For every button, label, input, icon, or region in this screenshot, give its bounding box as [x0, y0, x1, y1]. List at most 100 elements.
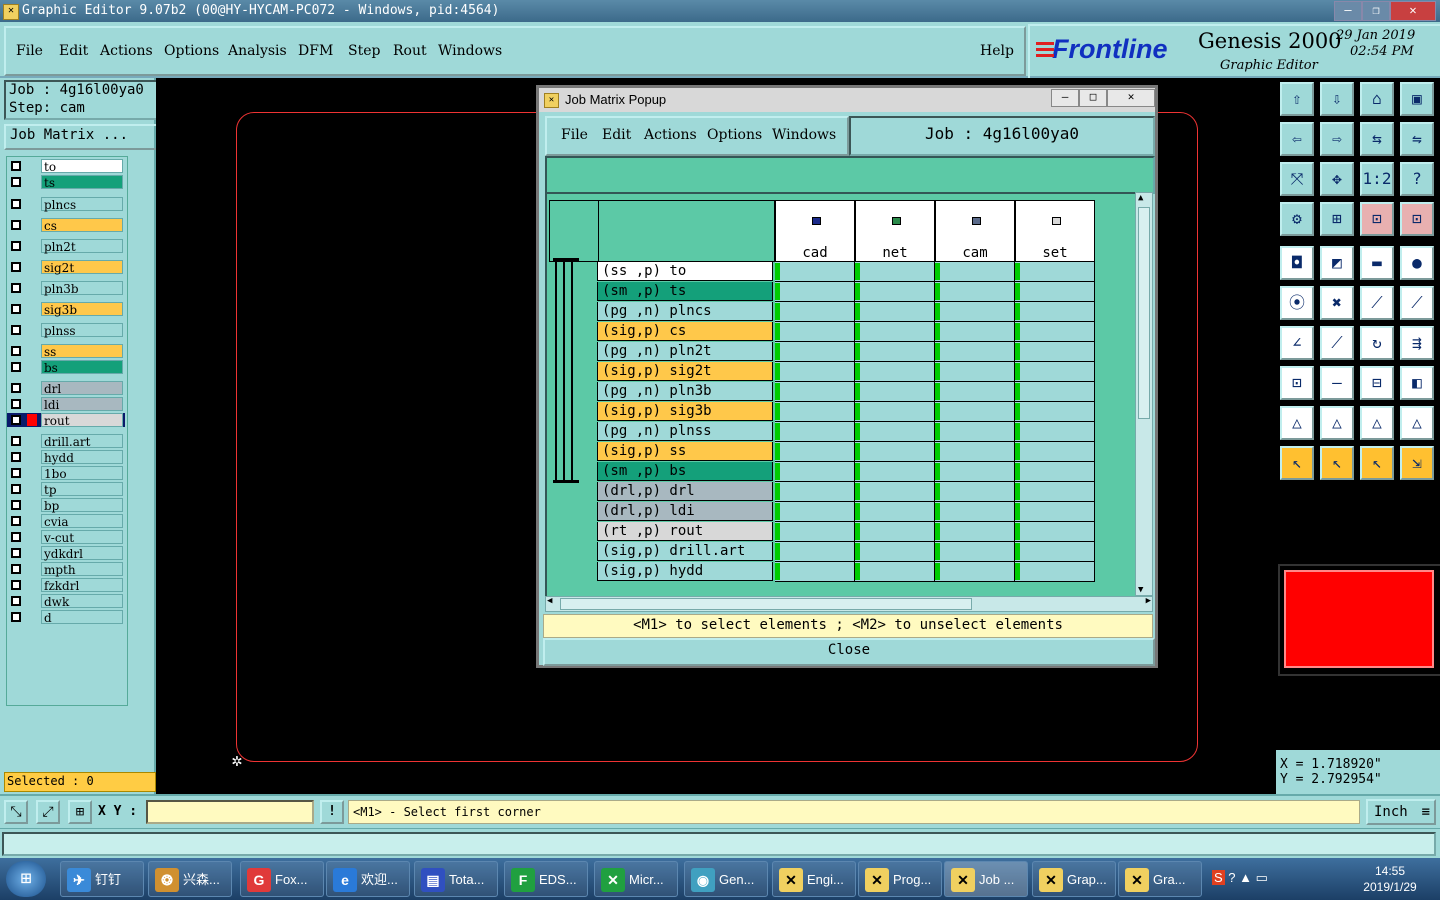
layer-row[interactable]: dwk [7, 594, 125, 609]
taskbar-item[interactable]: ✕ Micr... [594, 861, 678, 897]
matrix-row-label[interactable]: (sig,p) drill.art [597, 542, 773, 561]
matrix-cell[interactable] [855, 542, 935, 562]
taskbar-item[interactable]: ✕ Gra... [1118, 861, 1202, 897]
layer-checkbox[interactable] [11, 346, 21, 356]
matrix-cell[interactable] [855, 502, 935, 522]
menu-windows[interactable]: Windows [438, 43, 502, 59]
matrix-cell[interactable] [935, 282, 1015, 302]
cross-icon[interactable]: ✖ [1320, 286, 1354, 320]
matrix-cell[interactable] [935, 382, 1015, 402]
network-icon[interactable]: ▲ ▭ [1239, 870, 1268, 885]
close-button[interactable]: ✕ [1390, 1, 1436, 21]
taskbar-item[interactable]: G Fox... [240, 861, 324, 897]
layer-checkbox[interactable] [11, 516, 21, 526]
layer-checkbox[interactable] [11, 161, 21, 171]
matrix-cell[interactable] [855, 442, 935, 462]
matrix-row[interactable]: (ss ,p) to [547, 262, 1137, 282]
layer-row[interactable]: d [7, 610, 125, 625]
menu-edit[interactable]: Edit [59, 43, 88, 59]
matrix-row[interactable]: (rt ,p) rout [547, 522, 1137, 542]
angle-icon[interactable]: ∠ [1280, 326, 1314, 360]
move-up-icon[interactable]: ⇧ [1280, 82, 1314, 116]
matrix-row[interactable]: (sig,p) ss [547, 442, 1137, 462]
matrix-row[interactable]: (sig,p) cs [547, 322, 1137, 342]
surface-icon[interactable]: ◩ [1320, 246, 1354, 280]
popup-close-x-button[interactable]: ✕ [1107, 89, 1155, 107]
pointer-circle-icon[interactable]: ↖ [1360, 446, 1394, 480]
popup-menu-edit[interactable]: Edit [602, 127, 631, 143]
import-icon[interactable]: ⇦ [1280, 122, 1314, 156]
matrix-cell[interactable] [935, 542, 1015, 562]
start-button[interactable]: ⊞ [6, 861, 46, 897]
matrix-cell[interactable] [935, 502, 1015, 522]
swap-icon[interactable]: ⇋ [1400, 122, 1434, 156]
matrix-cell[interactable] [935, 342, 1015, 362]
layer-checkbox[interactable] [11, 580, 21, 590]
layer-view-icon[interactable]: ⊡ [1360, 202, 1394, 236]
column-header-net[interactable]: net [855, 200, 935, 262]
pointer-box-icon[interactable]: ↖ [1320, 446, 1354, 480]
matrix-horizontal-scrollbar[interactable]: ◀ ▶ [545, 596, 1153, 612]
matrix-cell[interactable] [1015, 562, 1095, 582]
layer-row[interactable]: pln2t [7, 239, 125, 254]
home-icon[interactable]: ⌂ [1360, 82, 1394, 116]
layer-checkbox[interactable] [11, 564, 21, 574]
matrix-cell[interactable] [775, 262, 855, 282]
taskbar-item[interactable]: e 欢迎... [326, 861, 410, 897]
layer-row[interactable]: bp [7, 498, 125, 513]
matrix-row-label[interactable]: (pg ,n) pln3b [597, 382, 773, 401]
matrix-row[interactable]: (sm ,p) ts [547, 282, 1137, 302]
matrix-cell[interactable] [855, 322, 935, 342]
line2-icon[interactable]: ⟋ [1400, 286, 1434, 320]
matrix-row[interactable]: (sm ,p) bs [547, 462, 1137, 482]
grid-icon[interactable]: ⊞ [68, 800, 92, 824]
matrix-cell[interactable] [855, 302, 935, 322]
arch-red-icon[interactable]: △ [1360, 406, 1394, 440]
layer-row[interactable]: drl [7, 381, 125, 396]
line-icon[interactable]: ⟋ [1360, 286, 1394, 320]
taskbar-item[interactable]: ✕ Prog... [858, 861, 942, 897]
matrix-cell[interactable] [775, 462, 855, 482]
layer-checkbox[interactable] [11, 283, 21, 293]
layer-row[interactable]: plncs [7, 197, 125, 212]
layer-row[interactable]: fzkdrl [7, 578, 125, 593]
matrix-cell[interactable] [775, 422, 855, 442]
matrix-row[interactable]: (sig,p) sig3b [547, 402, 1137, 422]
popup-maximize-button[interactable]: □ [1079, 89, 1107, 107]
layer-row[interactable]: plnss [7, 323, 125, 338]
taskbar-item[interactable]: ◉ Gen... [684, 861, 768, 897]
matrix-cell[interactable] [855, 262, 935, 282]
clock[interactable]: 14:55 2019/1/29 [1350, 863, 1430, 895]
matrix-row[interactable]: (sig,p) hydd [547, 562, 1137, 582]
minus-icon[interactable]: — [1320, 366, 1354, 400]
layer-row[interactable]: sig2t [7, 260, 125, 275]
diagonal-icon[interactable]: ⟋ [1320, 326, 1354, 360]
matrix-cell[interactable] [775, 302, 855, 322]
matrix-row[interactable]: (sig,p) sig2t [547, 362, 1137, 382]
column-header-set[interactable]: set [1015, 200, 1095, 262]
layer-checkbox[interactable] [11, 532, 21, 542]
matrix-cell[interactable] [935, 402, 1015, 422]
matrix-cell[interactable] [855, 282, 935, 302]
units-selector[interactable]: Inch ≡ [1366, 799, 1436, 825]
matrix-cell[interactable] [775, 522, 855, 542]
help-tray-icon[interactable]: ? [1228, 870, 1235, 885]
layer-row[interactable]: bs [7, 360, 125, 375]
layer-row[interactable]: cvia [7, 514, 125, 529]
matrix-row[interactable]: (drl,p) ldi [547, 502, 1137, 522]
matrix-vertical-scrollbar[interactable]: ▲ ▼ [1135, 192, 1153, 596]
layer-row[interactable]: cs [7, 218, 125, 233]
matrix-cell[interactable] [1015, 362, 1095, 382]
layer-checkbox[interactable] [11, 241, 21, 251]
layer-checkbox[interactable] [11, 468, 21, 478]
taskbar-item[interactable]: F EDS... [504, 861, 588, 897]
menu-actions[interactable]: Actions [100, 43, 153, 59]
matrix-cell[interactable] [1015, 502, 1095, 522]
taskbar-item[interactable]: ✕ Engi... [772, 861, 856, 897]
matrix-cell[interactable] [855, 562, 935, 582]
taskbar-item[interactable]: ✈ 钉钉 [60, 861, 144, 897]
dimension-icon[interactable]: ⊟ [1360, 366, 1394, 400]
matrix-cell[interactable] [1015, 322, 1095, 342]
layer-checkbox[interactable] [11, 548, 21, 558]
layer-row[interactable]: rout [7, 413, 125, 428]
